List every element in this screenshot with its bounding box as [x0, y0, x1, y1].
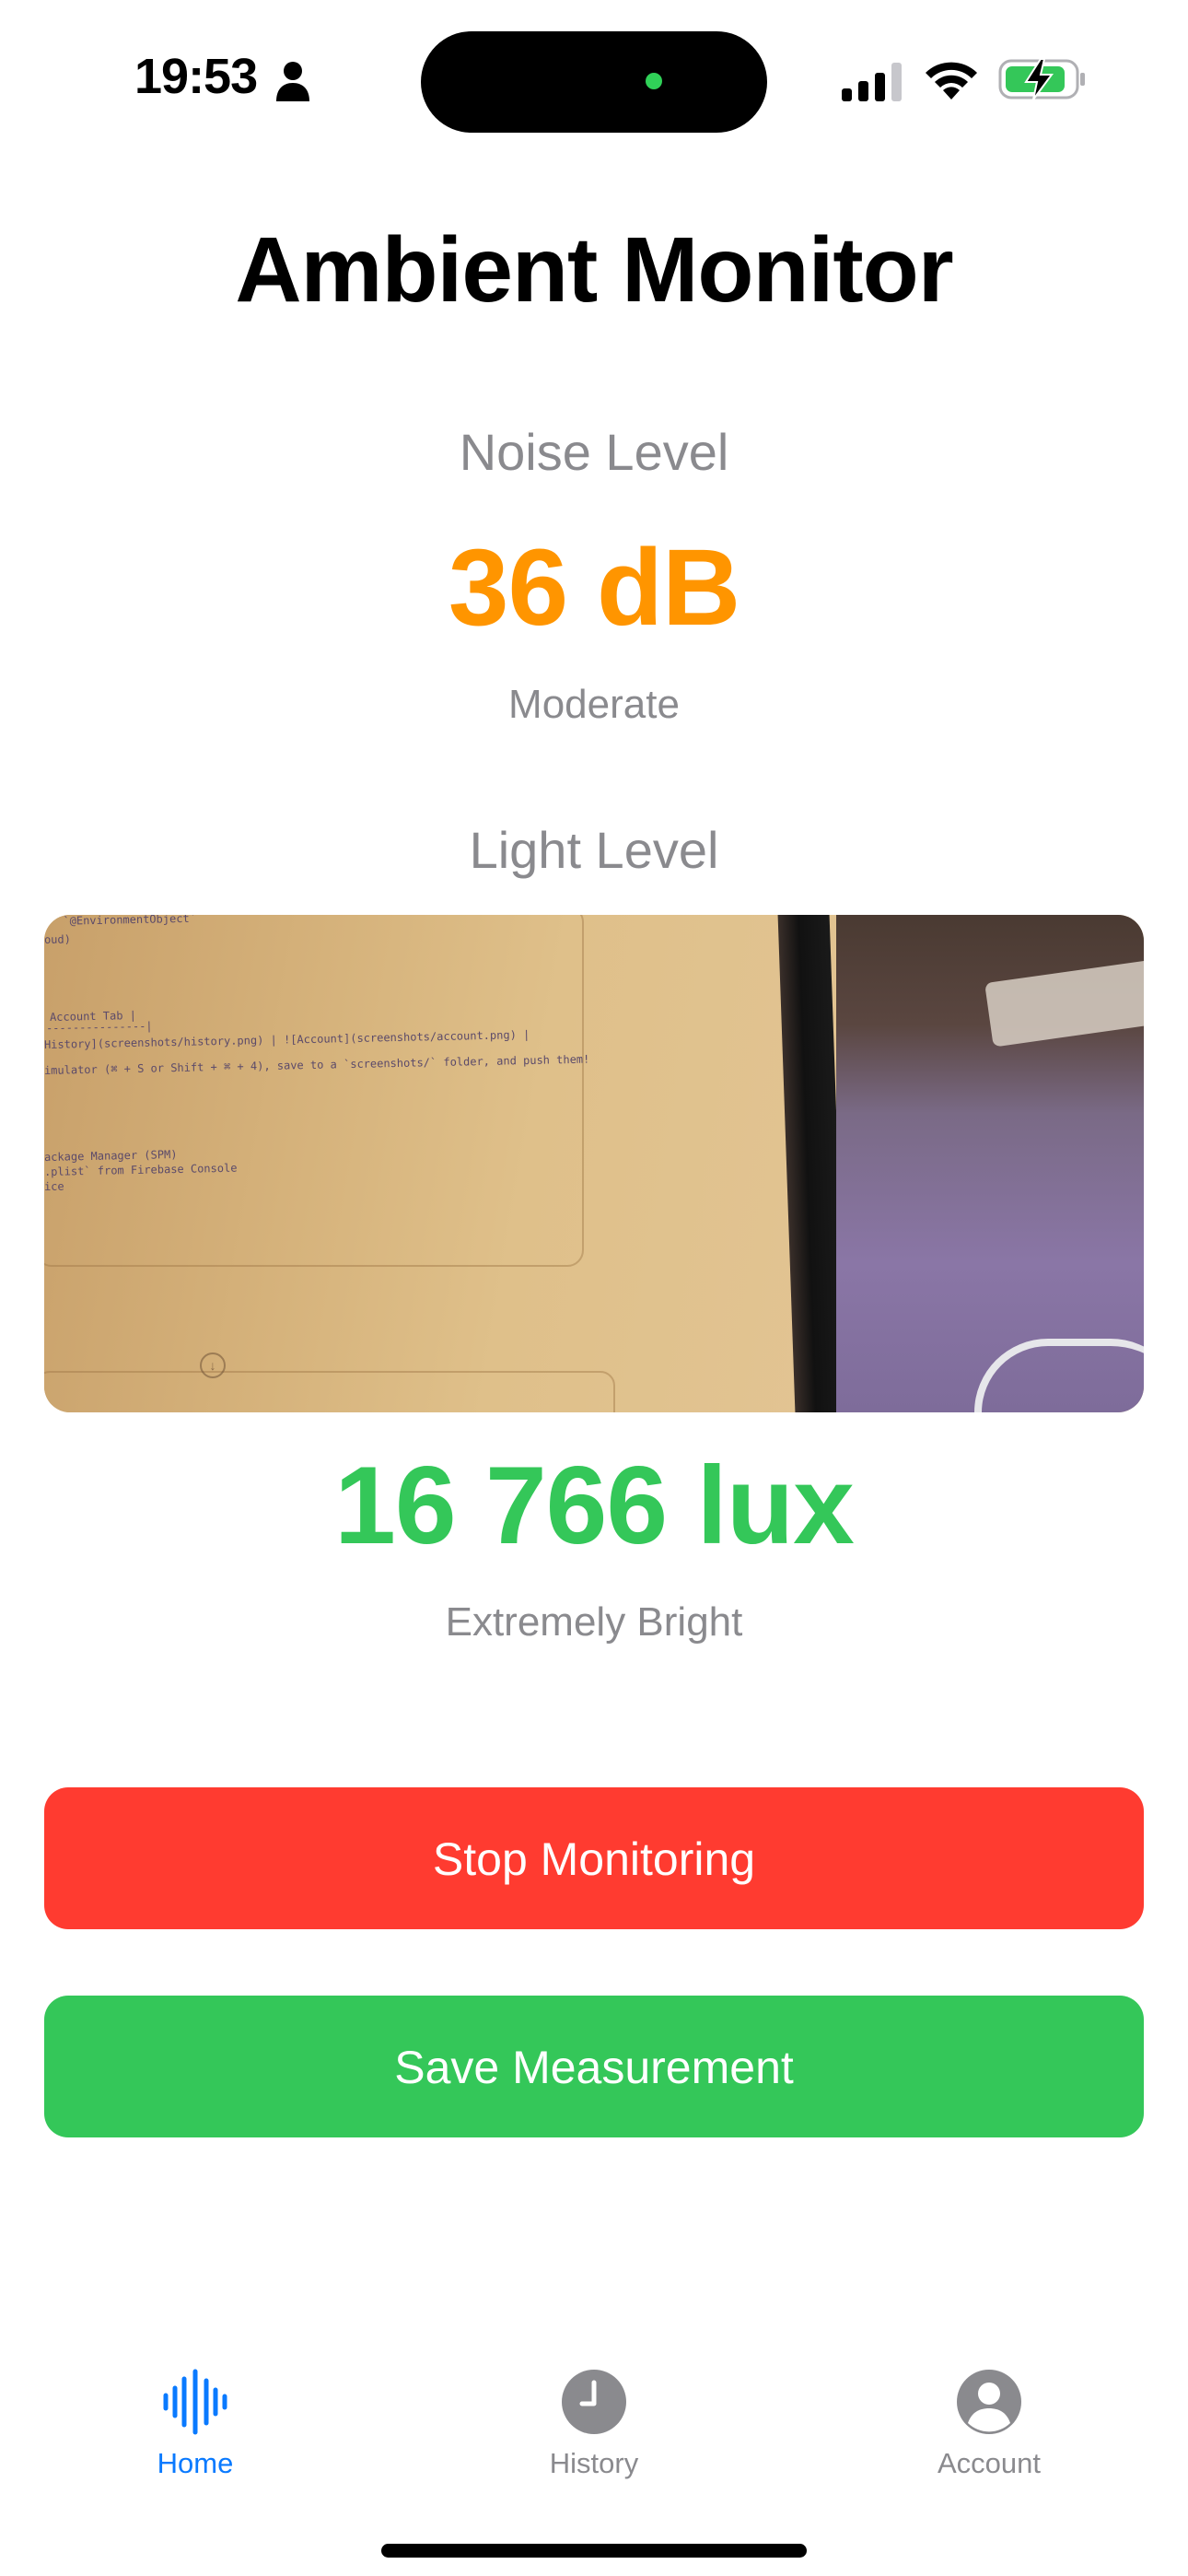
- person-circle-icon: [957, 2370, 1021, 2434]
- page-title: Ambient Monitor: [235, 218, 953, 322]
- clock-icon: [562, 2370, 626, 2434]
- light-level-description: Extremely Bright: [445, 1599, 743, 1645]
- cellular-signal-icon: [842, 63, 902, 101]
- light-level-value: 16 766 lux: [334, 1444, 855, 1567]
- home-indicator[interactable]: [381, 2544, 807, 2558]
- light-level-label: Light Level: [469, 821, 719, 879]
- tab-home[interactable]: Home: [85, 2368, 306, 2506]
- noise-level-description: Moderate: [508, 682, 680, 727]
- preview-code-line: ice: [44, 1179, 64, 1193]
- camera-preview: ` `@EnvironmentObject` oud) Account Tab …: [44, 915, 1144, 1412]
- tab-label: History: [549, 2447, 639, 2479]
- noise-level-value: 36 dB: [448, 527, 740, 649]
- preview-editor-panel: [44, 1371, 615, 1412]
- preview-code-line: ---------------|: [45, 1019, 153, 1035]
- stop-monitoring-button[interactable]: Stop Monitoring: [44, 1787, 1144, 1929]
- noise-level-label: Noise Level: [459, 423, 729, 481]
- camera-indicator-dot: [646, 73, 662, 89]
- preview-code-line: oud): [44, 932, 72, 946]
- wifi-icon: [926, 62, 977, 100]
- status-time: 19:53: [134, 49, 258, 104]
- waveform-icon: [163, 2369, 227, 2435]
- tab-label: Home: [157, 2447, 234, 2479]
- person-icon: [276, 62, 309, 101]
- status-bar: 19:53: [0, 0, 1188, 157]
- tab-bar: Home History Account: [0, 2340, 1188, 2576]
- tab-history[interactable]: History: [483, 2368, 705, 2506]
- dynamic-island: [421, 31, 767, 133]
- preview-scroll-down-icon: ↓: [200, 1352, 226, 1378]
- tab-account[interactable]: Account: [879, 2368, 1100, 2506]
- battery-charging-icon: [998, 58, 1085, 100]
- tab-label: Account: [937, 2447, 1041, 2479]
- save-measurement-button[interactable]: Save Measurement: [44, 1996, 1144, 2137]
- preview-editor-window: [44, 915, 584, 1267]
